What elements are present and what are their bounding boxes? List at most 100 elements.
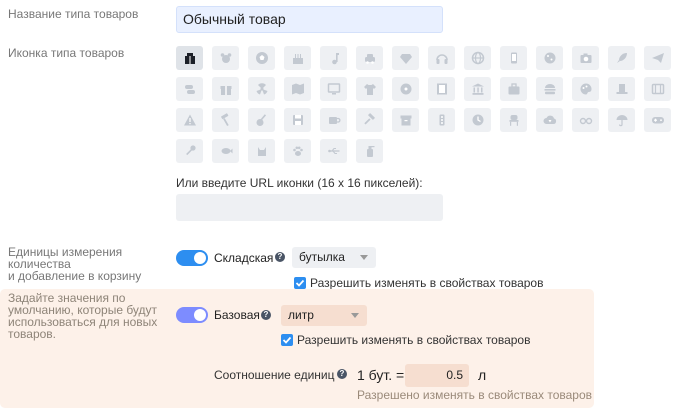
guitar-icon [256, 114, 266, 126]
stock-unit-toggle[interactable] [176, 250, 208, 266]
icon-option-radiation[interactable] [248, 77, 275, 101]
usb-icon [327, 147, 339, 155]
icon-option-car[interactable] [356, 46, 383, 70]
icon-option-gamepad[interactable] [644, 108, 671, 132]
icon-option-cake[interactable] [284, 46, 311, 70]
icon-option-paw[interactable] [284, 139, 311, 163]
icon-option-cat[interactable] [248, 139, 275, 163]
icon-option-monitor[interactable] [320, 77, 347, 101]
key-icon [185, 145, 196, 156]
icon-option-guitar[interactable] [248, 108, 275, 132]
base-unit-toggle[interactable] [176, 307, 208, 323]
stock-unit-select-value: бутылка [299, 250, 345, 264]
t-shirt-icon [363, 84, 376, 95]
icon-option-film[interactable] [644, 77, 671, 101]
icon-option-archive[interactable] [392, 108, 419, 132]
icon-option-bear[interactable] [212, 46, 239, 70]
icon-option-chair[interactable] [500, 108, 527, 132]
icon-option-burger[interactable] [536, 77, 563, 101]
icon-option-clock[interactable] [464, 108, 491, 132]
briefcase-icon [508, 83, 519, 95]
top-hat-icon [616, 84, 627, 94]
icon-option-top-hat[interactable] [608, 77, 635, 101]
ratio-help-icon[interactable]: ? [337, 369, 347, 379]
ratio-label: Соотношение единиц [214, 368, 335, 382]
icon-option-box[interactable] [176, 46, 203, 70]
icon-option-disc[interactable] [392, 77, 419, 101]
stock-unit-checkbox-label: Разрешить изменять в свойствах товаров [310, 276, 544, 290]
base-unit-checkbox[interactable] [281, 334, 293, 346]
icon-option-briefcase[interactable] [500, 77, 527, 101]
icon-option-glasses[interactable] [572, 108, 599, 132]
warning-icon [183, 114, 196, 126]
icon-option-cloud-download[interactable] [536, 108, 563, 132]
icon-option-phone[interactable] [500, 46, 527, 70]
chevron-down-icon [351, 313, 359, 318]
gift-icon [220, 86, 231, 95]
units-label-line: и добавление в корзину [8, 269, 142, 283]
stock-unit-select[interactable]: бутылка [292, 247, 376, 268]
icon-option-traffic-light[interactable] [428, 108, 455, 132]
cloud-download-icon [543, 115, 556, 124]
globe-icon [471, 51, 484, 65]
diamond-icon [399, 54, 412, 64]
icon-url-input[interactable] [176, 194, 443, 221]
icon-option-globe[interactable] [464, 46, 491, 70]
type-name-input[interactable]: Обычный товар [176, 6, 443, 33]
icon-label: Иконка типа товаров [8, 46, 125, 60]
icon-option-gavel[interactable] [356, 108, 383, 132]
music-note-icon [331, 53, 339, 65]
toggle-knob [194, 309, 206, 321]
icon-option-usb[interactable] [320, 139, 347, 163]
icon-option-palette[interactable] [572, 77, 599, 101]
icon-option-gift[interactable] [212, 77, 239, 101]
units-label: Единицы измерения количества и добавлени… [8, 246, 158, 282]
icon-option-camera[interactable] [572, 46, 599, 70]
ratio-value-input[interactable]: 0.5 [405, 364, 469, 387]
ratio-note: Разрешено изменять в свойствах товаров [357, 388, 593, 402]
floppy-disk-icon [292, 115, 303, 125]
icon-option-pills[interactable] [176, 77, 203, 101]
icon-option-film-strip[interactable] [428, 77, 455, 101]
icon-option-floppy-disk[interactable] [284, 108, 311, 132]
fish-icon [221, 148, 232, 154]
icon-option-umbrella[interactable] [608, 108, 635, 132]
icon-option-soccer-ball[interactable] [248, 46, 275, 70]
spray-bottle-icon [366, 146, 374, 157]
umbrella-icon [616, 115, 627, 127]
icon-option-headphones[interactable] [428, 46, 455, 70]
icon-option-diamond[interactable] [392, 46, 419, 70]
pills-icon [184, 85, 195, 94]
headphones-icon [435, 54, 448, 64]
icon-option-map[interactable] [284, 77, 311, 101]
cat-icon [257, 147, 266, 156]
clock-icon [472, 114, 483, 126]
icon-option-spray-bottle[interactable] [356, 139, 383, 163]
stock-unit-help-icon[interactable]: ? [275, 252, 285, 262]
icon-option-rocket[interactable] [608, 46, 635, 70]
icon-option-key[interactable] [176, 139, 203, 163]
icon-option-music-note[interactable] [320, 46, 347, 70]
film-strip-icon [436, 83, 447, 95]
monitor-icon [327, 83, 340, 95]
icon-option-hammer[interactable] [212, 108, 239, 132]
icon-option-warning[interactable] [176, 108, 203, 132]
base-unit-help-icon[interactable]: ? [261, 310, 271, 320]
stock-unit-checkbox[interactable] [294, 277, 306, 289]
chevron-down-icon [360, 255, 368, 260]
paper-plane-icon [651, 53, 664, 63]
hint-line: товаров. [8, 327, 57, 341]
icon-option-coffee-cup[interactable] [320, 108, 347, 132]
ratio-left-unit: 1 бут. = [357, 367, 405, 383]
hammer-icon [220, 113, 229, 126]
base-unit-select[interactable]: литр [281, 305, 367, 326]
ratio-right-unit: л [478, 367, 487, 383]
checkmark-icon [282, 336, 292, 344]
icon-option-paper-plane[interactable] [644, 46, 671, 70]
cookie-icon [544, 52, 555, 64]
paw-icon [292, 146, 303, 156]
icon-option-fish[interactable] [212, 139, 239, 163]
icon-option-bank[interactable] [464, 77, 491, 101]
icon-option-cookie[interactable] [536, 46, 563, 70]
icon-option-t-shirt[interactable] [356, 77, 383, 101]
